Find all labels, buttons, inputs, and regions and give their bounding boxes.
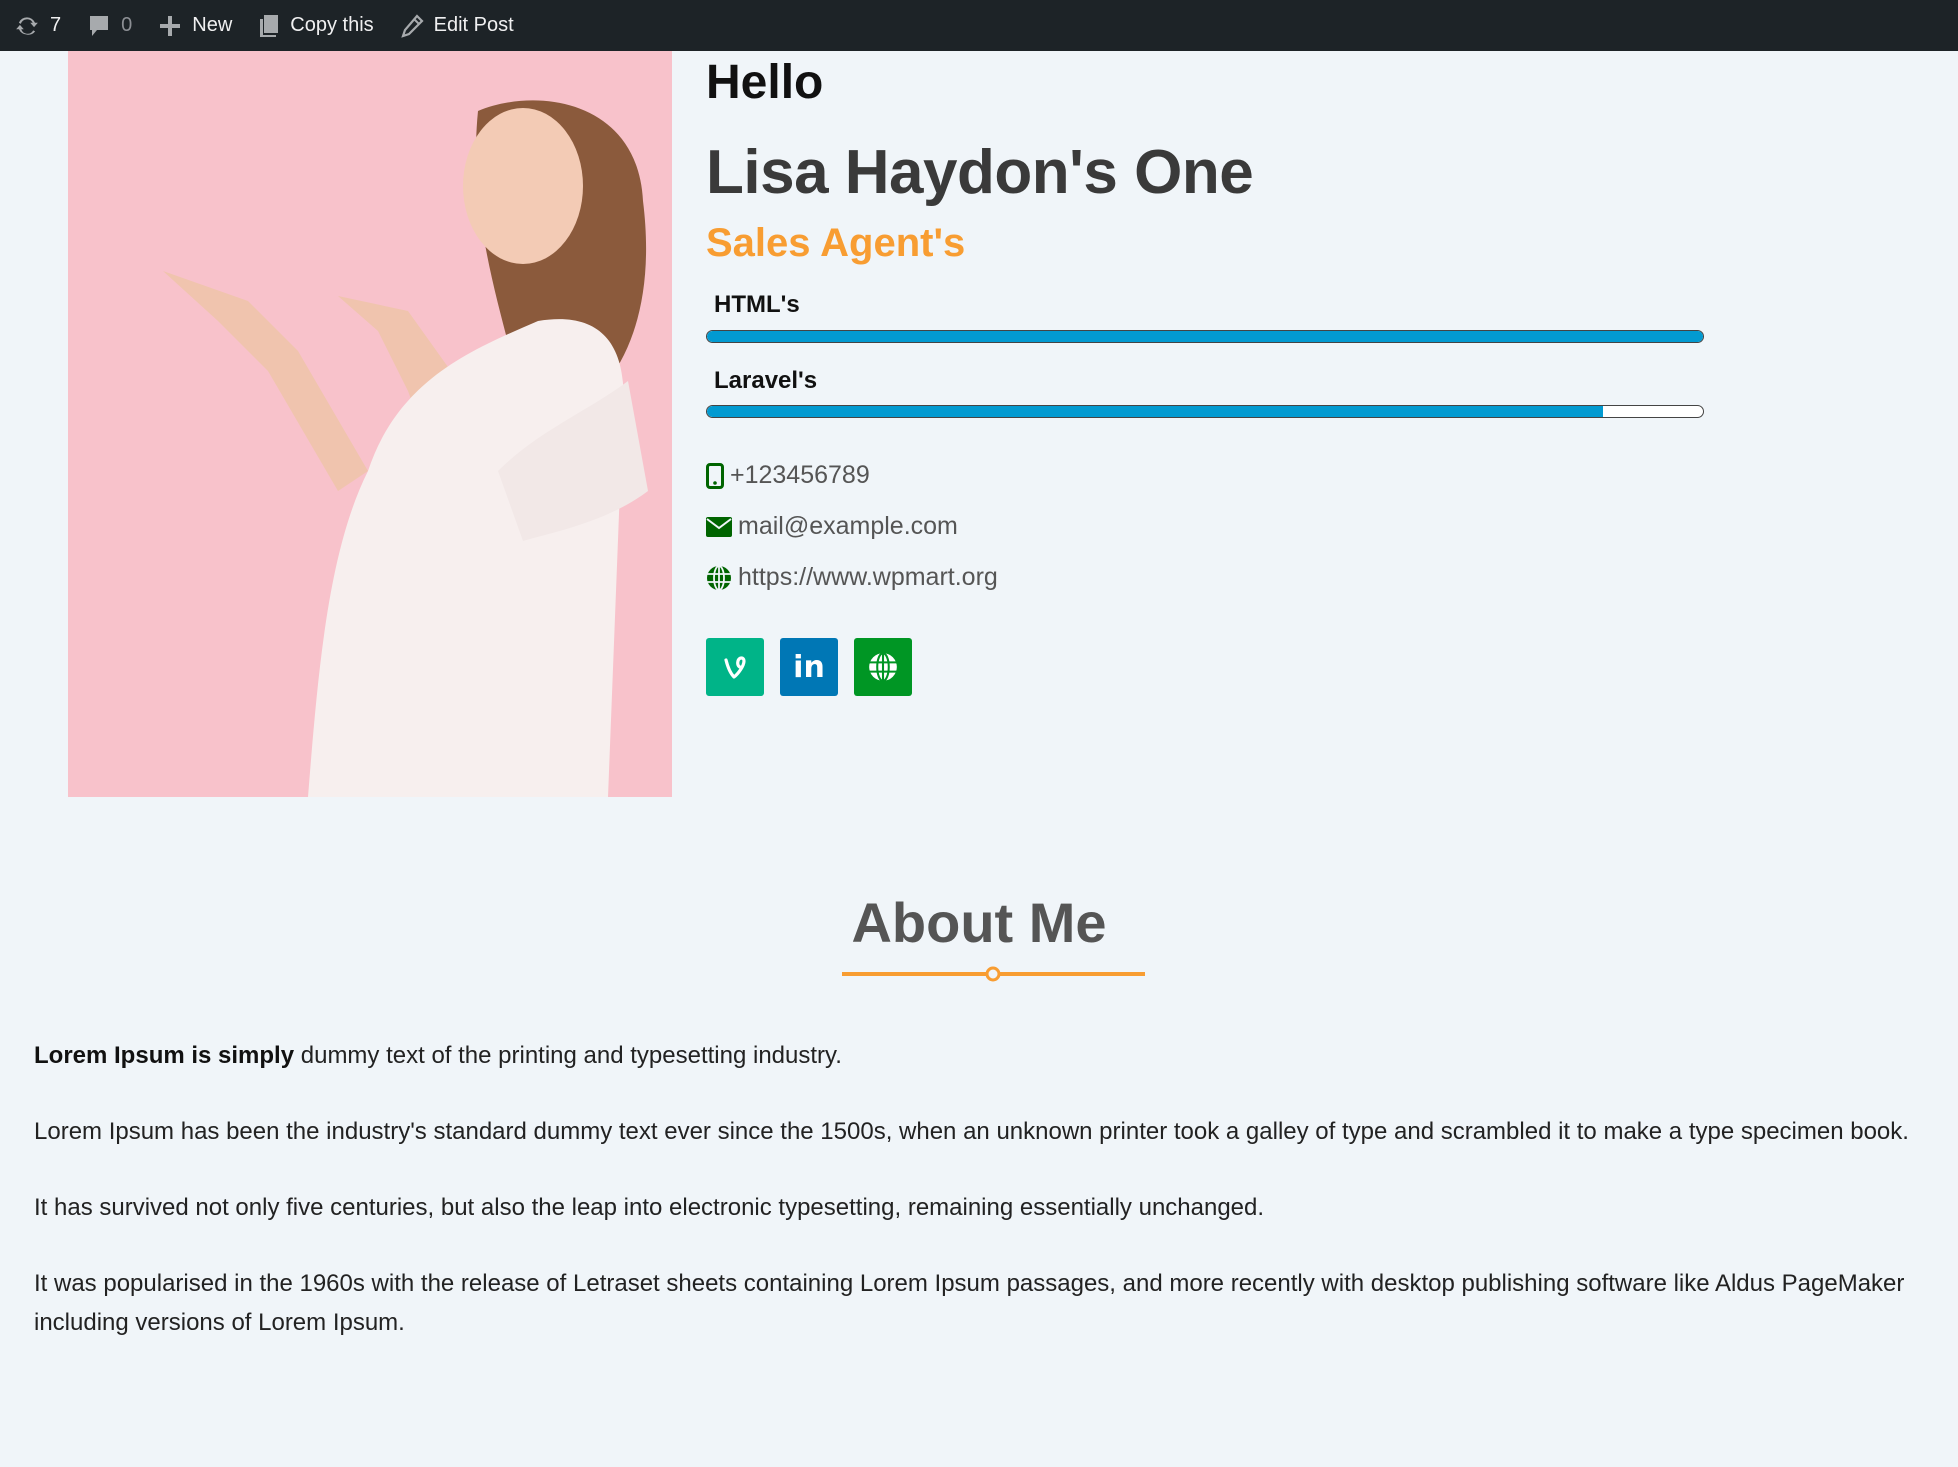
- globe-icon: [707, 564, 731, 591]
- intro-rest: dummy text of the printing and typesetti…: [294, 1042, 842, 1069]
- intro-paragraph: Lorem Ipsum is simply dummy text of the …: [34, 1036, 1934, 1075]
- skill-bar-laravel: [706, 405, 1704, 418]
- plus-icon: [160, 15, 181, 36]
- contact-phone[interactable]: +123456789: [706, 461, 870, 490]
- vine-button[interactable]: [706, 638, 764, 696]
- skill-label-laravel: Laravel's: [714, 367, 818, 394]
- about-section: About Me: [0, 890, 1958, 955]
- linkedin-button[interactable]: in: [780, 638, 838, 696]
- skill-bar-html: [706, 330, 1704, 343]
- admin-bar: 7 0 New Copy this Edit Post: [0, 0, 1958, 51]
- website-button[interactable]: [854, 638, 912, 696]
- contact-website[interactable]: https://www.wpmart.org: [706, 563, 998, 592]
- new-item[interactable]: New: [158, 0, 232, 51]
- comments-item[interactable]: 0: [87, 0, 132, 51]
- updates-count: 7: [50, 14, 62, 36]
- about-content: Lorem Ipsum is simply dummy text of the …: [34, 1036, 1934, 1379]
- skill-bar-fill: [707, 406, 1604, 417]
- skill-label-html: HTML's: [714, 291, 800, 318]
- paragraph: It has survived not only five centuries,…: [34, 1194, 1265, 1221]
- refresh-icon: [16, 16, 38, 35]
- skill-bar-fill: [707, 331, 1703, 342]
- profile-photo: [68, 51, 672, 797]
- comments-count: 0: [121, 14, 133, 36]
- profile-role: Sales Agent's: [706, 221, 966, 265]
- phone-number: +123456789: [730, 461, 870, 489]
- paragraph: Lorem Ipsum has been the industry's stan…: [34, 1118, 1909, 1145]
- envelope-icon: [706, 516, 732, 537]
- globe-icon: [869, 652, 897, 682]
- edit-label: Edit Post: [433, 14, 514, 36]
- social-links: in: [706, 638, 928, 696]
- profile-name: Lisa Haydon's One: [706, 138, 1254, 207]
- about-title: About Me: [851, 891, 1107, 954]
- mobile-phone-icon: [706, 462, 724, 489]
- linkedin-icon: in: [793, 649, 825, 685]
- pencil-icon: [400, 13, 424, 38]
- title-divider: [842, 966, 1145, 982]
- copy-icon: [260, 14, 279, 37]
- updates-item[interactable]: 7: [14, 0, 61, 51]
- edit-post-item[interactable]: Edit Post: [400, 0, 514, 51]
- new-label: New: [192, 14, 233, 36]
- paragraph: It was popularised in the 1960s with the…: [34, 1270, 1905, 1336]
- copy-label: Copy this: [290, 14, 374, 36]
- email-address: mail@example.com: [738, 512, 958, 540]
- website-url: https://www.wpmart.org: [738, 563, 998, 591]
- intro-bold: Lorem Ipsum is simply: [34, 1042, 295, 1069]
- copy-this-item[interactable]: Copy this: [258, 0, 374, 51]
- vine-icon: [724, 656, 746, 679]
- comment-icon: [90, 15, 109, 36]
- contact-email[interactable]: mail@example.com: [706, 512, 958, 541]
- greeting: Hello: [706, 56, 824, 109]
